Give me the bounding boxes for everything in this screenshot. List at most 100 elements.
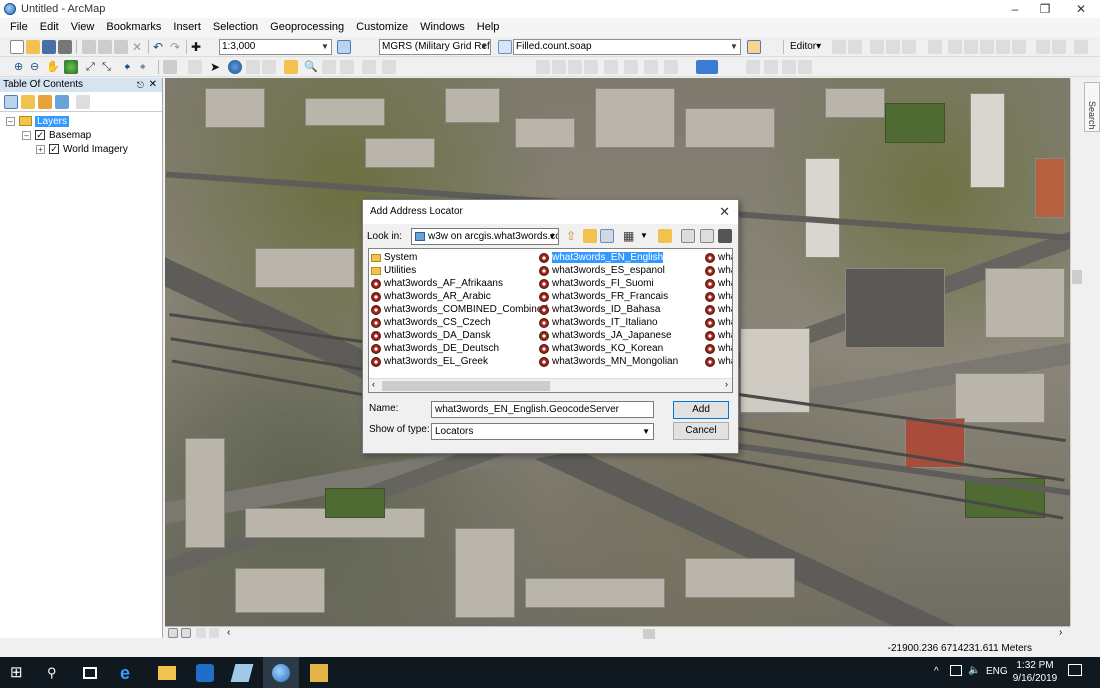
cancel-button[interactable]: Cancel — [673, 422, 729, 440]
attributes-icon[interactable] — [1012, 40, 1026, 54]
scroll-thumb[interactable] — [1072, 270, 1082, 284]
options-icon[interactable] — [700, 229, 714, 243]
list-item[interactable]: what3words_FR_Francais — [539, 290, 678, 303]
search-icon[interactable]: ⚲ — [47, 664, 65, 682]
forward-extent-icon[interactable]: 🠺 — [140, 60, 154, 74]
split-icon[interactable] — [980, 40, 994, 54]
view-menu-icon[interactable]: ▦ — [623, 229, 637, 243]
close-icon[interactable]: ✕ — [719, 204, 730, 220]
volume-icon[interactable]: 🔈 — [968, 665, 980, 676]
toc-options-icon[interactable] — [76, 95, 90, 109]
arcmap-taskbar-icon[interactable] — [272, 664, 290, 682]
arccatalog-icon[interactable] — [310, 664, 328, 682]
scroll-right-icon[interactable]: › — [1059, 627, 1062, 638]
cut-icon[interactable] — [82, 40, 96, 54]
list-item[interactable]: what3words_CS_Czech — [371, 316, 548, 329]
add-button[interactable]: Add — [673, 401, 729, 419]
network-icon[interactable] — [950, 665, 962, 676]
find-address-icon[interactable] — [747, 40, 761, 54]
list-item[interactable]: what3words_JA_Japanese — [539, 329, 678, 342]
straight-segment-icon[interactable] — [870, 40, 884, 54]
pan-icon[interactable]: ✋ — [46, 60, 60, 74]
list-item[interactable]: what3words_AF_Afrikaans — [371, 277, 548, 290]
name-field[interactable]: what3words_EN_English.GeocodeServer — [431, 401, 654, 418]
edit-tool-icon[interactable] — [832, 40, 846, 54]
notifications-icon[interactable] — [1068, 664, 1082, 676]
edit-annotation-icon[interactable] — [848, 40, 862, 54]
scroll-left-icon[interactable]: ‹ — [227, 627, 230, 638]
connect-server-icon[interactable] — [718, 229, 732, 243]
restore-button[interactable]: ❐ — [1030, 0, 1060, 18]
list-item[interactable]: Utilities — [371, 264, 548, 277]
close-icon[interactable]: ✕ — [149, 78, 157, 92]
back-extent-icon[interactable]: 🠸 — [124, 60, 138, 74]
menu-customize[interactable]: Customize — [350, 18, 414, 37]
data-view-icon[interactable] — [168, 628, 178, 638]
up-one-level-icon[interactable]: ⇧ — [566, 229, 580, 243]
go-to-xy-icon[interactable] — [340, 60, 354, 74]
locator-file-list[interactable]: System Utilities what3words_AF_Afrikaans… — [368, 248, 733, 393]
layout-tool-1-icon[interactable] — [746, 60, 760, 74]
basemap-checkbox[interactable]: ✓ — [35, 130, 45, 140]
delete-icon[interactable]: ✕ — [132, 40, 146, 54]
list-item[interactable]: what3words_FI_Suomi — [539, 277, 678, 290]
input-language[interactable]: ENG — [986, 666, 1008, 677]
drawing-tool-8-icon[interactable] — [664, 60, 678, 74]
editor-options-icon[interactable] — [1074, 40, 1088, 54]
layout-tool-2-icon[interactable] — [764, 60, 778, 74]
list-item[interactable]: wha — [705, 329, 732, 342]
map-scale-combo[interactable]: 1:3,000 ▼ — [219, 39, 332, 55]
list-item[interactable]: what3words_ID_Bahasa — [539, 303, 678, 316]
list-item[interactable]: wha — [705, 355, 732, 368]
paste-icon[interactable] — [114, 40, 128, 54]
collapse-icon[interactable]: – — [22, 130, 31, 140]
list-item[interactable]: wha — [705, 264, 732, 277]
menu-view[interactable]: View — [65, 18, 101, 37]
create-features-icon[interactable] — [1052, 40, 1066, 54]
end-point-arc-icon[interactable] — [886, 40, 900, 54]
look-in-combo[interactable]: w3w on arcgis.what3words.com ▼ — [411, 228, 559, 245]
list-item[interactable]: wha — [705, 342, 732, 355]
pin-icon[interactable]: ⎋ — [137, 78, 144, 92]
locator-combo[interactable]: Filled.count.soap ▼ — [513, 39, 741, 55]
list-item[interactable]: what3words_AR_Arabic — [371, 290, 548, 303]
taskbar-clock[interactable]: 1:32 PM 9/16/2019 — [1010, 659, 1060, 685]
minimize-button[interactable]: – — [1000, 0, 1030, 18]
layout-tool-4-icon[interactable] — [798, 60, 812, 74]
fixed-zoom-in-icon[interactable]: ⤢ — [86, 60, 100, 74]
list-by-source-icon[interactable] — [21, 95, 35, 109]
menu-insert[interactable]: Insert — [167, 18, 207, 37]
find-route-icon[interactable] — [322, 60, 336, 74]
identify-icon[interactable] — [228, 60, 242, 74]
sketch-properties-icon[interactable] — [1036, 40, 1050, 54]
connect-folder-icon[interactable] — [600, 229, 614, 243]
layout-tool-3-icon[interactable] — [782, 60, 796, 74]
print-icon[interactable] — [58, 40, 72, 54]
new-document-icon[interactable] — [10, 40, 24, 54]
menu-windows[interactable]: Windows — [414, 18, 471, 37]
drawing-tool-3-icon[interactable] — [568, 60, 582, 74]
file-explorer-icon[interactable] — [158, 666, 176, 680]
list-item[interactable]: wha — [705, 303, 732, 316]
locator-icon[interactable] — [498, 40, 512, 54]
drawing-tool-1-icon[interactable] — [536, 60, 550, 74]
cut-polygons-icon[interactable] — [964, 40, 978, 54]
world-imagery-checkbox[interactable]: ✓ — [49, 144, 59, 154]
list-by-selection-icon[interactable] — [55, 95, 69, 109]
tree-row-basemap[interactable]: – ✓ Basemap — [22, 128, 91, 142]
list-item[interactable]: wha — [705, 251, 732, 264]
scroll-left-icon[interactable]: ‹ — [372, 379, 375, 389]
drawing-tool-7-icon[interactable] — [644, 60, 658, 74]
expand-icon[interactable]: + — [36, 144, 45, 154]
menu-bookmarks[interactable]: Bookmarks — [100, 18, 167, 37]
scroll-right-icon[interactable]: › — [725, 379, 728, 389]
viewer-window-icon[interactable] — [382, 60, 396, 74]
time-slider-icon[interactable] — [362, 60, 376, 74]
menu-edit[interactable]: Edit — [34, 18, 65, 37]
world-imagery-label[interactable]: World Imagery — [63, 144, 128, 155]
list-item[interactable]: what3words_EL_Greek — [371, 355, 548, 368]
construction-tools-icon[interactable] — [902, 40, 916, 54]
fill-color-swatch[interactable] — [696, 60, 718, 74]
map-vertical-scrollbar[interactable] — [1070, 78, 1082, 626]
start-icon[interactable]: ⊞ — [10, 664, 28, 682]
